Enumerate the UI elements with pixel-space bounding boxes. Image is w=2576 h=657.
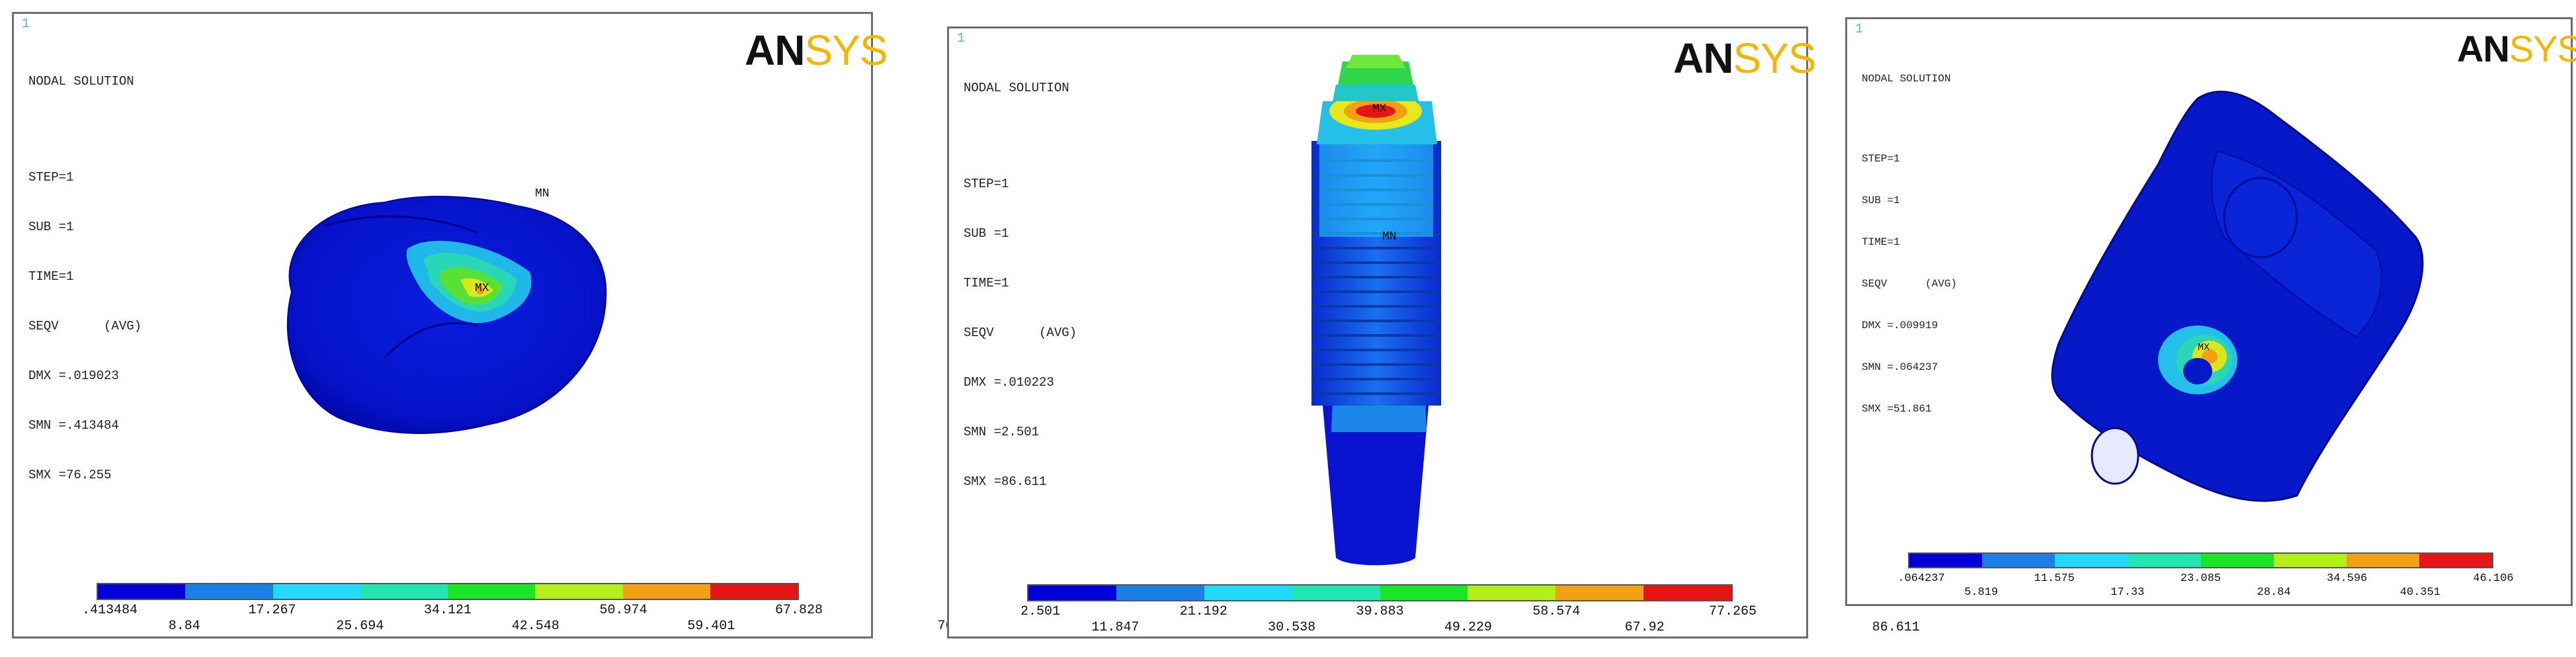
legend-color-segment <box>360 584 448 599</box>
legend-color-segment <box>2273 554 2347 567</box>
legend-tick-label: 8.84 <box>168 619 200 634</box>
plot-panel-1: 1 NODAL SOLUTION STEP=1 SUB =1 TIME=1 SE… <box>12 12 985 638</box>
legend-color-segment <box>272 584 360 599</box>
legend-tick-label: 5.819 <box>1964 586 1999 599</box>
legend-tick-label: 86.611 <box>1872 620 1920 635</box>
legend-color-segment <box>2419 554 2492 567</box>
legend-tick-label: 2.501 <box>1020 604 1061 619</box>
legend-tick-label: 17.33 <box>2110 586 2145 599</box>
legend-tick-label: 42.548 <box>511 619 560 634</box>
mx-marker: MX <box>2198 342 2210 353</box>
legend-tick-label: .064237 <box>1897 572 1945 585</box>
legend-tick-label: 34.121 <box>423 603 472 618</box>
legend-color-segment <box>98 584 186 599</box>
legend-color-segment <box>1468 586 1556 600</box>
crown-model <box>286 195 607 434</box>
legend-color-segment <box>1204 586 1292 600</box>
legend-tick-label: 30.538 <box>1268 620 1316 635</box>
legend-tick-label: 40.351 <box>2399 586 2440 599</box>
legend-tick-label: 25.694 <box>336 619 384 634</box>
legend-tick-label: 11.575 <box>2034 572 2075 585</box>
legend-color-segment <box>448 584 536 599</box>
legend-tick-label: 59.401 <box>687 619 735 634</box>
legend-tick-label: 21.192 <box>1179 604 1227 619</box>
legend-tick-label: 77.265 <box>1708 604 1757 619</box>
bone-block-model <box>2051 91 2424 502</box>
legend-color-segment <box>1556 586 1644 600</box>
mn-marker: MN <box>535 187 550 200</box>
legend-color-segment <box>185 584 273 599</box>
legend-color-segment <box>2346 554 2419 567</box>
contour-legend-bar <box>1908 552 2493 568</box>
legend-tick-label: 67.92 <box>1624 620 1665 635</box>
contour-legend-bar <box>1027 584 1733 601</box>
legend-tick-label: 39.883 <box>1356 604 1404 619</box>
legend-color-segment <box>1292 586 1380 600</box>
legend-color-segment <box>1909 554 1983 567</box>
legend-tick-label: 34.596 <box>2327 572 2368 585</box>
legend-tick-label: 23.085 <box>2180 572 2222 585</box>
contour-legend-bar <box>97 583 799 600</box>
mx-marker: MX <box>1372 103 1387 116</box>
legend-color-segment <box>535 584 623 599</box>
legend-color-segment <box>1116 586 1204 600</box>
legend-color-segment <box>2055 554 2128 567</box>
legend-tick-label: 58.574 <box>1532 604 1581 619</box>
legend-color-segment <box>1643 586 1731 600</box>
legend-color-segment <box>2128 554 2201 567</box>
legend-color-segment <box>1380 586 1468 600</box>
legend-tick-label: 28.84 <box>2257 586 2291 599</box>
legend-tick-label: 49.229 <box>1444 620 1492 635</box>
legend-color-segment <box>1982 554 2056 567</box>
legend-tick-label: 17.267 <box>248 603 296 618</box>
legend-color-segment <box>1028 586 1116 600</box>
legend-tick-label: .413484 <box>81 603 138 618</box>
legend-color-segment <box>622 584 710 599</box>
plot-panel-2: 1 NODAL SOLUTION STEP=1 SUB =1 TIME=1 SE… <box>947 26 1920 638</box>
plot-panel-3: 1 NODAL SOLUTION STEP=1 SUB =1 TIME=1 SE… <box>1845 17 2576 606</box>
legend-tick-label: 67.828 <box>774 603 823 618</box>
legend-tick-label: 11.847 <box>1091 620 1140 635</box>
legend-tick-label: 46.106 <box>2473 572 2514 585</box>
legend-color-segment <box>2200 554 2274 567</box>
mx-marker: MX <box>475 282 489 295</box>
mn-marker: MN <box>1382 230 1397 243</box>
legend-color-segment <box>710 584 798 599</box>
legend-tick-label: 50.974 <box>599 603 647 618</box>
